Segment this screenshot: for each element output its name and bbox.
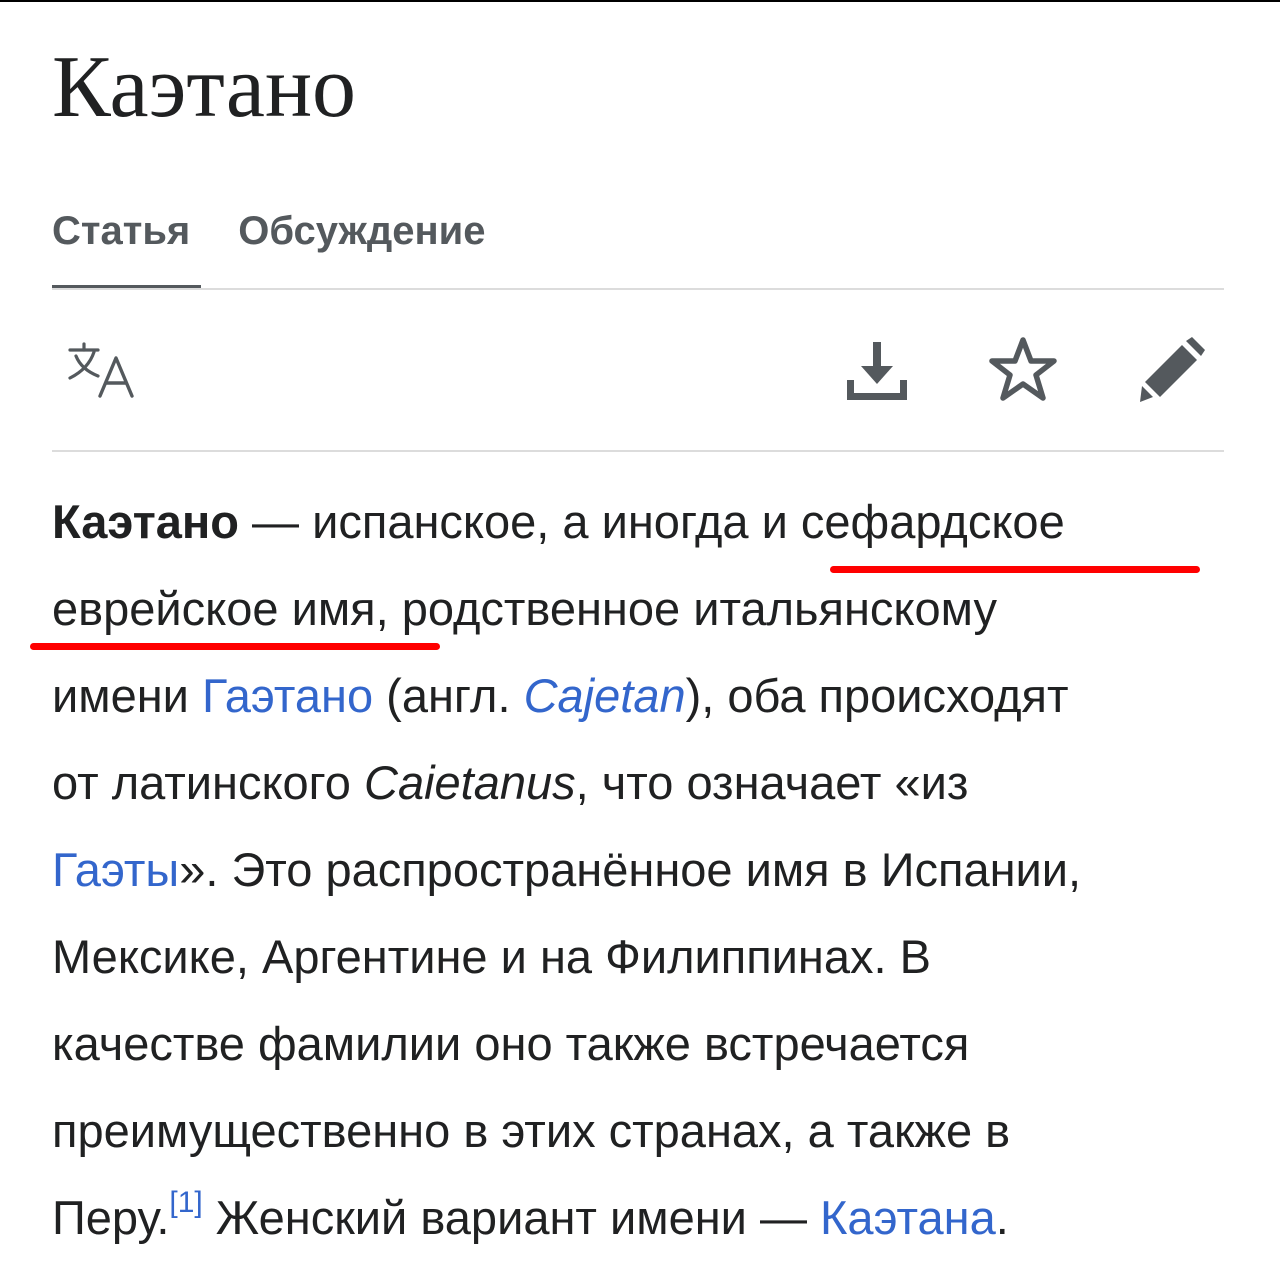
article-text: качестве фамилии оно также встречается (52, 1017, 970, 1070)
article-line: от латинского Caietanus, что означает «и… (52, 739, 1242, 826)
article-subject: Каэтано (52, 495, 239, 548)
article-line: имени Гаэтано (англ. Cajetan), оба проис… (52, 652, 1242, 739)
article-text: Женский вариант имени — (202, 1191, 821, 1244)
article-line: Перу.[1] Женский вариант имени — Каэтана… (52, 1174, 1242, 1261)
screen-top-edge (0, 0, 1280, 2)
article-text: , что означает «из (575, 756, 969, 809)
link-gaeta[interactable]: Гаэты (52, 843, 179, 896)
article-line: еврейское имя, родственное итальянскому (52, 565, 1242, 652)
latin-term: Caietanus (364, 756, 576, 809)
article-text: ), оба происходят (685, 669, 1069, 722)
article-text: (англ. (373, 669, 524, 722)
article-text: имени (52, 669, 202, 722)
article-line: Каэтано — испанское, а иногда и сефардск… (52, 478, 1242, 565)
article-text: от латинского (52, 756, 364, 809)
article-text: еврейское имя, родственное итальянскому (52, 582, 998, 635)
article-text: преимущественно в этих странах, а также … (52, 1104, 1011, 1157)
page-title: Каэтано (52, 39, 357, 136)
link-gaetano[interactable]: Гаэтано (202, 669, 373, 722)
article-line: Гаэты». Это распространённое имя в Испан… (52, 826, 1242, 913)
page-tabs: Статья Обсуждение (52, 205, 486, 257)
tab-article[interactable]: Статья (52, 205, 190, 257)
article-text: — испанское, а иногда и сефардское (239, 495, 1065, 548)
article-lead-paragraph: Каэтано — испанское, а иногда и сефардск… (52, 478, 1242, 1261)
tabs-divider (52, 288, 1224, 290)
star-icon[interactable] (988, 336, 1058, 402)
article-text: . (995, 1191, 1009, 1244)
article-line: преимущественно в этих странах, а также … (52, 1087, 1242, 1174)
toolbar-divider (52, 450, 1224, 452)
article-text: ». Это распространённое имя в Испании, (179, 843, 1082, 896)
link-kaetana[interactable]: Каэтана (820, 1191, 996, 1244)
link-cajetan[interactable]: Cajetan (524, 669, 686, 722)
download-icon[interactable] (842, 338, 912, 404)
tab-talk[interactable]: Обсуждение (238, 205, 485, 257)
article-text: Перу. (52, 1191, 170, 1244)
edit-pencil-icon[interactable] (1136, 336, 1206, 406)
language-translate-icon[interactable] (64, 340, 140, 404)
reference-link[interactable]: [1] (169, 1186, 202, 1219)
article-line: Мексике, Аргентине и на Филиппинах. В (52, 913, 1242, 1000)
article-text: Мексике, Аргентине и на Филиппинах. В (52, 930, 931, 983)
article-line: качестве фамилии оно также встречается (52, 1000, 1242, 1087)
